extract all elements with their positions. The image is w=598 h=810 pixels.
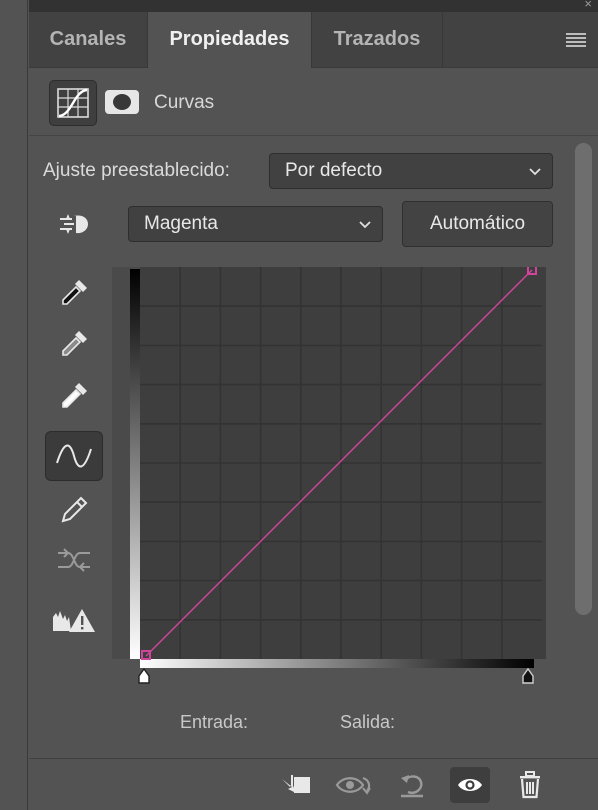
preset-label: Ajuste preestablecido: — [43, 160, 230, 181]
scrollbar[interactable] — [569, 137, 598, 757]
close-panel-icon[interactable]: × — [584, 0, 592, 11]
black-point-slider[interactable] — [138, 667, 150, 684]
panel-menu-icon[interactable] — [566, 33, 586, 47]
bottom-toolbar — [29, 758, 598, 810]
white-point-slider[interactable] — [522, 667, 534, 684]
curves-graph[interactable] — [112, 267, 546, 707]
adjustment-title: Curvas — [154, 92, 215, 113]
tab-canales[interactable]: Canales — [29, 12, 148, 68]
auto-button[interactable]: Automático — [402, 201, 553, 247]
tab-propiedades[interactable]: Propiedades — [148, 12, 311, 69]
clipping-warning-icon[interactable] — [45, 595, 103, 645]
smooth-curve-icon[interactable] — [45, 535, 103, 585]
view-previous-state-icon[interactable] — [334, 767, 374, 803]
output-label: Salida: — [340, 712, 396, 732]
channel-dropdown[interactable]: Magenta — [128, 206, 383, 242]
horizontal-gradient-bar — [140, 659, 534, 668]
sample-in-image-icon[interactable] — [45, 199, 103, 249]
preset-value: Por defecto — [285, 160, 383, 181]
chevron-down-icon — [359, 221, 371, 229]
curves-content: Ajuste preestablecido: Por defecto Magen… — [29, 137, 569, 757]
curves-adjustment-icon[interactable] — [49, 80, 97, 126]
channel-value: Magenta — [144, 213, 218, 234]
tab-bar: Canales Propiedades Trazados — [29, 12, 598, 69]
white-point-eyedropper-icon[interactable] — [45, 371, 103, 421]
vertical-gradient-bar — [130, 269, 140, 659]
tab-trazados[interactable]: Trazados — [311, 12, 443, 68]
input-label: Entrada: — [180, 712, 249, 732]
trash-icon[interactable] — [510, 767, 550, 803]
gray-point-eyedropper-icon[interactable] — [45, 319, 103, 369]
visibility-eye-icon[interactable] — [450, 767, 490, 803]
properties-panel: × Canales Propiedades Trazados Curvas Aj… — [29, 0, 598, 810]
scrollbar-thumb[interactable] — [575, 143, 592, 615]
left-panel-strip — [0, 0, 28, 810]
layer-mask-icon[interactable] — [105, 90, 139, 114]
adjustment-header: Curvas — [29, 68, 598, 136]
draw-curve-pencil-icon[interactable] — [45, 485, 103, 535]
panel-title-bar: × — [29, 0, 598, 12]
reset-icon[interactable] — [392, 767, 432, 803]
clip-to-layer-icon[interactable] — [276, 767, 316, 803]
preset-dropdown[interactable]: Por defecto — [269, 153, 553, 189]
edit-curve-points-icon[interactable] — [45, 431, 103, 481]
black-point-eyedropper-icon[interactable] — [45, 268, 103, 318]
chevron-down-icon — [529, 168, 541, 176]
